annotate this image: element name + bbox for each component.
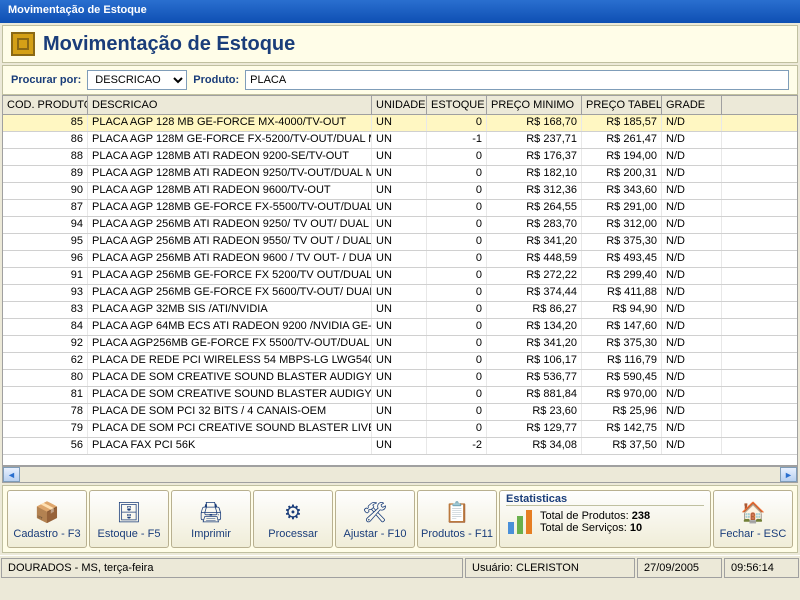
col-preco-tabela[interactable]: PREÇO TABELA [582,96,662,114]
table-row[interactable]: 90PLACA AGP 128MB ATI RADEON 9600/TV-OUT… [3,183,797,200]
table-row[interactable]: 80PLACA DE SOM CREATIVE SOUND BLASTER AU… [3,370,797,387]
table-row[interactable]: 83PLACA AGP 32MB SIS /ATI/NVIDIAUN0R$ 86… [3,302,797,319]
fechar-button[interactable]: 🏠 Fechar - ESC [713,490,793,548]
search-bar: Procurar por: DESCRICAO Produto: [2,65,798,95]
stats-panel: Estatisticas Total de Produtos: 238 Tota… [499,490,711,548]
status-time: 09:56:14 [724,558,799,578]
table-row[interactable]: 62PLACA DE REDE PCI WIRELESS 54 MBPS-LG … [3,353,797,370]
table-row[interactable]: 87PLACA AGP 128MB GE-FORCE FX-5500/TV-OU… [3,200,797,217]
table-row[interactable]: 94PLACA AGP 256MB ATI RADEON 9250/ TV OU… [3,217,797,234]
col-descricao[interactable]: DESCRICAO [88,96,372,114]
home-icon: 🏠 [739,498,767,526]
page-title: Movimentação de Estoque [43,33,295,56]
total-servicos: 10 [630,522,642,534]
table-row[interactable]: 96PLACA AGP 256MB ATI RADEON 9600 / TV O… [3,251,797,268]
produto-input[interactable] [245,70,789,90]
produtos-button[interactable]: 📋 Produtos - F11 [417,490,497,548]
statusbar: DOURADOS - MS, terça-feira Usuário: CLER… [0,555,800,580]
shelf-icon: 🗄 [115,498,143,526]
product-grid: COD. PRODUTO DESCRICAO UNIDADE ESTOQUE P… [2,95,798,466]
box-icon: 📦 [33,498,61,526]
table-row[interactable]: 81PLACA DE SOM CREATIVE SOUND BLASTER AU… [3,387,797,404]
window-title: Movimentação de Estoque [8,4,147,16]
window-titlebar: Movimentação de Estoque [0,0,800,23]
status-user: Usuário: CLERISTON [465,558,635,578]
status-date: 27/09/2005 [637,558,722,578]
imprimir-button[interactable]: 🖨 Imprimir [171,490,251,548]
table-row[interactable]: 79PLACA DE SOM PCI CREATIVE SOUND BLASTE… [3,421,797,438]
adjust-icon: 🛠 [361,498,389,526]
table-row[interactable]: 56PLACA FAX PCI 56KUN-2R$ 34,08R$ 37,50N… [3,438,797,455]
table-row[interactable]: 91PLACA AGP 256MB GE-FORCE FX 5200/TV OU… [3,268,797,285]
table-row[interactable]: 89PLACA AGP 128MB ATI RADEON 9250/TV-OUT… [3,166,797,183]
processar-button[interactable]: ⚙ Processar [253,490,333,548]
status-location: DOURADOS - MS, terça-feira [1,558,463,578]
grid-header: COD. PRODUTO DESCRICAO UNIDADE ESTOQUE P… [3,96,797,115]
procurar-select[interactable]: DESCRICAO [87,70,187,90]
table-row[interactable]: 93PLACA AGP 256MB GE-FORCE FX 5600/TV-OU… [3,285,797,302]
printer-icon: 🖨 [197,498,225,526]
scroll-left-arrow[interactable]: ◄ [3,467,20,482]
cadastro-button[interactable]: 📦 Cadastro - F3 [7,490,87,548]
ajustar-button[interactable]: 🛠 Ajustar - F10 [335,490,415,548]
horizontal-scrollbar[interactable]: ◄ ► [2,466,798,483]
table-row[interactable]: 78PLACA DE SOM PCI 32 BITS / 4 CANAIS-OE… [3,404,797,421]
chart-icon [506,508,534,536]
header-panel: Movimentação de Estoque [2,25,798,63]
total-produtos: 238 [632,510,650,522]
estoque-button[interactable]: 🗄 Estoque - F5 [89,490,169,548]
table-row[interactable]: 95PLACA AGP 256MB ATI RADEON 9550/ TV OU… [3,234,797,251]
table-row[interactable]: 92PLACA AGP256MB GE-FORCE FX 5500/TV-OUT… [3,336,797,353]
col-grade[interactable]: GRADE [662,96,722,114]
col-estoque[interactable]: ESTOQUE [427,96,487,114]
products-icon: 📋 [443,498,471,526]
procurar-label: Procurar por: [11,74,81,86]
stats-title: Estatisticas [506,493,704,506]
col-unidade[interactable]: UNIDADE [372,96,427,114]
app-icon [11,32,35,56]
process-icon: ⚙ [279,498,307,526]
toolbar: 📦 Cadastro - F3 🗄 Estoque - F5 🖨 Imprimi… [2,485,798,553]
grid-body[interactable]: 85PLACA AGP 128 MB GE-FORCE MX-4000/TV-O… [3,115,797,465]
table-row[interactable]: 85PLACA AGP 128 MB GE-FORCE MX-4000/TV-O… [3,115,797,132]
col-preco-minimo[interactable]: PREÇO MINIMO [487,96,582,114]
table-row[interactable]: 88PLACA AGP 128MB ATI RADEON 9200-SE/TV-… [3,149,797,166]
scroll-right-arrow[interactable]: ► [780,467,797,482]
col-cod-produto[interactable]: COD. PRODUTO [3,96,88,114]
produto-label: Produto: [193,74,239,86]
table-row[interactable]: 86PLACA AGP 128M GE-FORCE FX-5200/TV-OUT… [3,132,797,149]
table-row[interactable]: 84PLACA AGP 64MB ECS ATI RADEON 9200 /NV… [3,319,797,336]
